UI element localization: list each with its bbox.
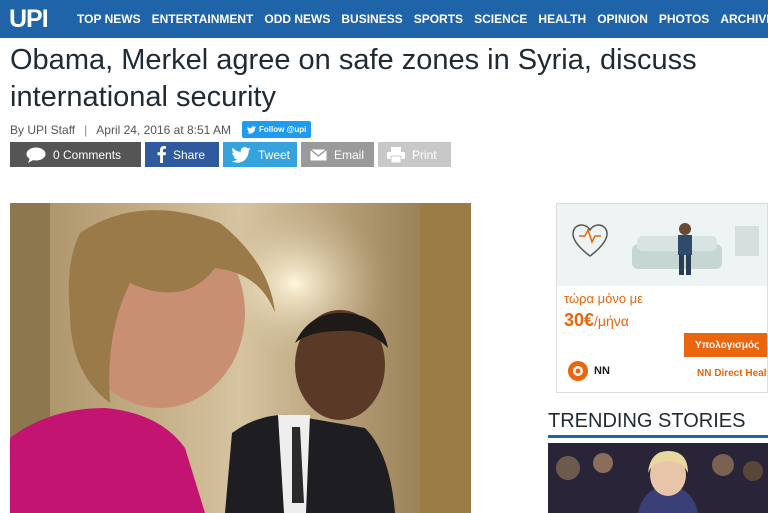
- twitter-bird-icon: [247, 125, 257, 134]
- twitter-follow-button[interactable]: Follow @upi: [242, 121, 312, 138]
- printer-icon: [387, 146, 405, 163]
- nav-item-health[interactable]: HEALTH: [538, 12, 586, 26]
- merkel-obama-photo: [10, 203, 471, 513]
- author: By UPI Staff: [10, 122, 76, 137]
- nav-menu: TOP NEWS ENTERTAINMENT ODD NEWS BUSINESS…: [77, 0, 768, 38]
- ad-price-unit: /μήνα: [594, 313, 629, 329]
- trending-photo: [548, 443, 768, 513]
- facebook-icon: [157, 146, 166, 163]
- trending-divider: [548, 435, 768, 438]
- byline: By UPI Staff | April 24, 2016 at 8:51 AM…: [10, 121, 312, 138]
- upi-logo[interactable]: UPI: [9, 6, 49, 32]
- nav-item-photos[interactable]: PHOTOS: [659, 12, 709, 26]
- nav-item-business[interactable]: BUSINESS: [341, 12, 402, 26]
- advertisement-banner[interactable]: τώρα μόνο με 30€/μήνα Υπολογισμός NN NN …: [556, 203, 768, 393]
- follow-label: Follow @upi: [259, 125, 307, 134]
- facebook-share-button[interactable]: Share: [145, 142, 219, 167]
- byline-separator: |: [84, 122, 88, 137]
- top-navigation-bar: UPI TOP NEWS ENTERTAINMENT ODD NEWS BUSI…: [0, 0, 768, 38]
- trending-story-image[interactable]: [548, 443, 768, 513]
- nav-item-science[interactable]: SCIENCE: [474, 12, 527, 26]
- tweet-button[interactable]: Tweet: [223, 142, 297, 167]
- email-label: Email: [334, 147, 365, 162]
- twitter-bird-icon: [231, 146, 251, 163]
- nav-item-entertainment[interactable]: ENTERTAINMENT: [152, 12, 254, 26]
- publish-date: April 24, 2016 at 8:51 AM: [96, 122, 232, 137]
- nn-lion-icon: [568, 361, 588, 381]
- nn-logo: NN: [567, 360, 610, 382]
- print-button[interactable]: Print: [378, 142, 451, 167]
- nav-item-sports[interactable]: SPORTS: [414, 12, 463, 26]
- trending-stories-heading: TRENDING STORIES: [548, 410, 746, 432]
- comments-label: 0 Comments: [53, 147, 122, 162]
- article-photo: [10, 203, 471, 513]
- tweet-label: Tweet: [258, 147, 291, 162]
- nav-item-odd-news[interactable]: ODD NEWS: [264, 12, 330, 26]
- nav-item-opinion[interactable]: OPINION: [597, 12, 648, 26]
- ad-tagline: τώρα μόνο με: [564, 291, 643, 306]
- ad-price: 30€/μήνα: [564, 310, 629, 331]
- nav-item-archive[interactable]: ARCHIVE: [720, 12, 768, 26]
- speech-bubble-icon: [26, 147, 46, 163]
- ad-calculate-button[interactable]: Υπολογισμός: [684, 333, 767, 357]
- ad-direct-label: NN Direct Healt: [697, 368, 768, 379]
- email-button[interactable]: Email: [301, 142, 374, 167]
- nav-item-top-news[interactable]: TOP NEWS: [77, 12, 141, 26]
- nn-brand: NN: [594, 365, 610, 377]
- ad-image: [557, 204, 767, 286]
- print-label: Print: [412, 147, 437, 162]
- envelope-icon: [310, 148, 327, 160]
- article-title: Obama, Merkel agree on safe zones in Syr…: [10, 44, 697, 113]
- ad-illustration: [557, 204, 767, 286]
- share-label: Share: [173, 147, 206, 162]
- comments-button[interactable]: 0 Comments: [10, 142, 141, 167]
- ad-price-value: 30€: [564, 310, 595, 330]
